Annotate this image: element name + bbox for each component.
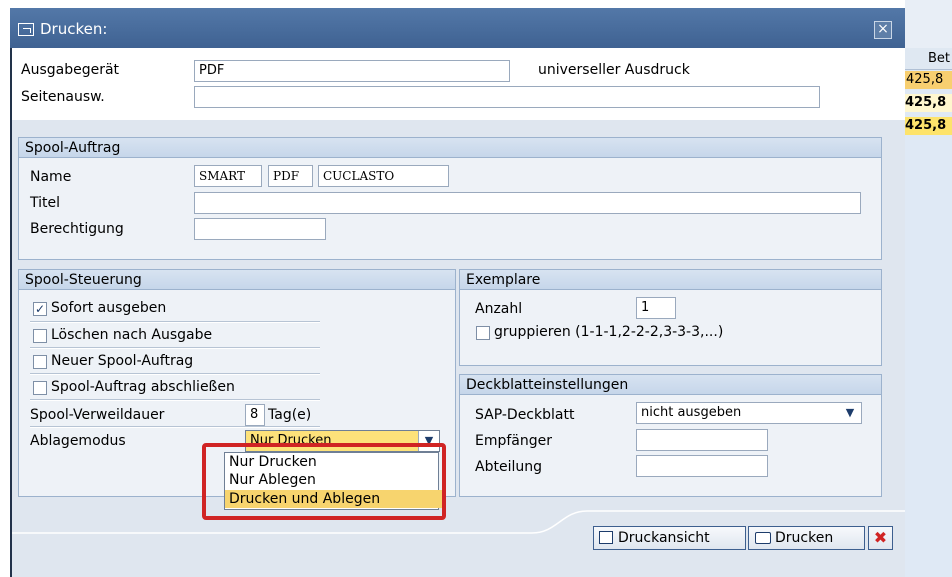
- separator: [30, 321, 320, 323]
- sofort-ausgeben-checkbox[interactable]: ✓: [33, 302, 47, 316]
- ausgabegeraet-input[interactable]: PDF: [194, 60, 510, 82]
- print-dialog-icon: [18, 23, 34, 36]
- berechtigung-input[interactable]: [194, 218, 326, 240]
- druckansicht-button[interactable]: Druckansicht: [593, 526, 746, 550]
- seitenausw-label: Seitenausw.: [21, 89, 105, 105]
- background-toolbar: [905, 0, 952, 49]
- spool-steuerung-header: Spool-Steuerung: [19, 270, 455, 290]
- background-cell: 425,8: [905, 71, 952, 89]
- name-part-2-input[interactable]: PDF: [268, 165, 313, 187]
- cancel-icon: ✖: [873, 528, 888, 547]
- name-part-3-input[interactable]: CUCLASTO: [318, 165, 449, 187]
- abteilung-label: Abteilung: [475, 459, 542, 475]
- berechtigung-label: Berechtigung: [30, 221, 124, 237]
- sap-deckblatt-label: SAP-Deckblatt: [475, 407, 575, 423]
- drucken-button[interactable]: Drucken: [748, 526, 865, 550]
- close-button[interactable]: ×: [874, 21, 892, 39]
- ablagemodus-label: Ablagemodus: [30, 433, 126, 449]
- verweildauer-unit: Tag(e): [268, 407, 312, 423]
- spool-auftrag-header: Spool-Auftrag: [19, 138, 881, 158]
- chevron-down-icon[interactable]: ▼: [842, 404, 858, 422]
- exemplare-header: Exemplare: [460, 270, 881, 290]
- ausgabegeraet-description: universeller Ausdruck: [538, 62, 690, 78]
- output-settings-area: [12, 48, 905, 120]
- seitenausw-input[interactable]: [194, 86, 820, 108]
- spool-auftrag-abschliessen-label: Spool-Auftrag abschließen: [51, 379, 235, 395]
- name-part-1-input[interactable]: SMART: [194, 165, 262, 187]
- separator: [30, 373, 320, 375]
- dialog-title: Drucken:: [40, 20, 108, 38]
- titel-label: Titel: [30, 195, 61, 211]
- verweildauer-input[interactable]: 8: [245, 404, 265, 426]
- deckblatt-header: Deckblatteinstellungen: [460, 375, 881, 395]
- name-label: Name: [30, 169, 72, 185]
- dialog-titlebar: [10, 8, 905, 48]
- druckansicht-label: Druckansicht: [618, 530, 710, 546]
- titel-input[interactable]: [194, 192, 861, 214]
- print-preview-icon: [599, 531, 613, 544]
- sofort-ausgeben-label: Sofort ausgeben: [51, 300, 167, 316]
- anzahl-label: Anzahl: [475, 301, 523, 317]
- separator: [30, 426, 320, 428]
- separator: [30, 347, 320, 349]
- printer-icon: [755, 532, 771, 544]
- spool-auftrag-abschliessen-checkbox[interactable]: [33, 381, 47, 395]
- empfaenger-input[interactable]: [636, 429, 768, 451]
- sap-deckblatt-select[interactable]: nicht ausgeben: [636, 402, 862, 424]
- separator: [30, 399, 320, 401]
- abteilung-input[interactable]: [636, 455, 768, 477]
- background-cell: 425,8: [905, 117, 952, 135]
- loeschen-nach-ausgabe-checkbox[interactable]: [33, 329, 47, 343]
- cancel-button[interactable]: ✖: [868, 526, 893, 550]
- loeschen-nach-ausgabe-label: Löschen nach Ausgabe: [51, 327, 213, 343]
- ausgabegeraet-label: Ausgabegerät: [21, 62, 120, 78]
- empfaenger-label: Empfänger: [475, 433, 553, 449]
- drucken-label: Drucken: [775, 530, 834, 546]
- verweildauer-label: Spool-Verweildauer: [30, 407, 165, 423]
- neuer-spool-auftrag-label: Neuer Spool-Auftrag: [51, 353, 194, 369]
- background-column-header: Bet: [905, 48, 952, 70]
- anzahl-input[interactable]: 1: [636, 297, 676, 319]
- gruppieren-label: gruppieren (1-1-1,2-2-2,3-3-3,...): [494, 324, 724, 340]
- neuer-spool-auftrag-checkbox[interactable]: [33, 355, 47, 369]
- background-cell: 425,8: [905, 94, 952, 112]
- gruppieren-checkbox[interactable]: [476, 326, 490, 340]
